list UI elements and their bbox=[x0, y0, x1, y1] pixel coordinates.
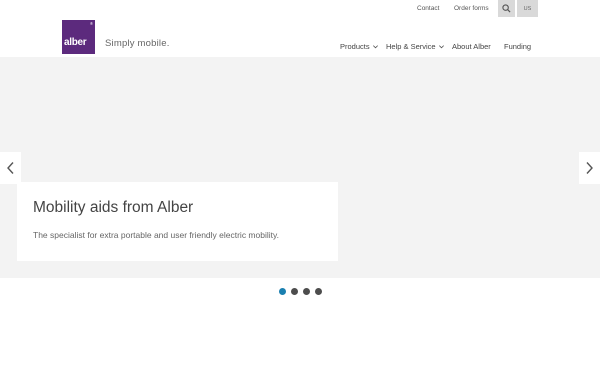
chevron-left-icon bbox=[7, 162, 14, 174]
search-button[interactable] bbox=[498, 0, 515, 17]
slider-dot-3[interactable] bbox=[303, 288, 310, 295]
slider-next-button[interactable] bbox=[579, 152, 600, 184]
chevron-right-icon bbox=[586, 162, 593, 174]
nav-item-about[interactable]: About Alber bbox=[452, 40, 491, 52]
alber-logo[interactable]: ® alber bbox=[62, 20, 95, 54]
nav-item-funding[interactable]: Funding bbox=[504, 40, 531, 52]
hero-title: Mobility aids from Alber bbox=[33, 199, 194, 216]
nav-item-label: Products bbox=[340, 41, 370, 51]
hero-text: The specialist for extra portable and us… bbox=[33, 230, 279, 240]
slider-dot-1[interactable] bbox=[279, 288, 286, 295]
nav-item-products[interactable]: Products bbox=[340, 40, 379, 52]
logo-text: alber bbox=[64, 37, 87, 48]
hero-slider: Mobility aids from Alber The specialist … bbox=[0, 57, 600, 278]
slider-pagination bbox=[279, 288, 322, 296]
site-header: ® alber Simply mobile. Products Help & S… bbox=[0, 17, 600, 57]
tagline: Simply mobile. bbox=[105, 38, 170, 49]
nav-item-label: Help & Service bbox=[386, 41, 436, 51]
nav-item-label: Funding bbox=[504, 41, 532, 51]
slider-prev-button[interactable] bbox=[0, 152, 21, 184]
search-icon bbox=[502, 4, 511, 13]
language-selector[interactable]: US bbox=[517, 0, 538, 17]
order-forms-link[interactable]: Order forms bbox=[454, 0, 489, 17]
slider-dot-2[interactable] bbox=[291, 288, 298, 295]
nav-item-label: About Alber bbox=[452, 41, 491, 51]
slider-dot-4[interactable] bbox=[315, 288, 322, 295]
hero-caption: Mobility aids from Alber The specialist … bbox=[17, 182, 338, 261]
chevron-down-icon bbox=[438, 44, 444, 48]
contact-link[interactable]: Contact bbox=[417, 0, 439, 17]
logo-registered-mark: ® bbox=[90, 21, 93, 26]
utility-bar: Contact Order forms US bbox=[0, 0, 600, 17]
chevron-down-icon bbox=[372, 44, 378, 48]
nav-item-help-service[interactable]: Help & Service bbox=[386, 40, 445, 52]
